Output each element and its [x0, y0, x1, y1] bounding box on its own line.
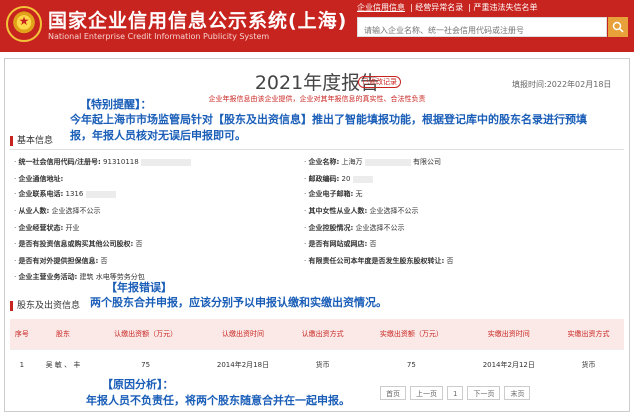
shareholder-section-title: 股东及出资信息: [10, 301, 80, 311]
search-button[interactable]: [608, 17, 628, 37]
field-postal-code: · 邮政编码: 20: [304, 174, 373, 184]
search-input[interactable]: [358, 21, 606, 40]
column-header: 实缴出资额（万元）: [358, 319, 465, 350]
site-title: 国家企业信用信息公示系统(上海): [48, 10, 348, 32]
pager-page[interactable]: 1: [447, 386, 464, 400]
special-tip-label: 【特别提醒】：: [80, 98, 152, 111]
column-header: 股东: [33, 319, 93, 350]
column-header: 认缴出资时间: [198, 319, 288, 350]
nav-abnormal-list[interactable]: 经营异常名录: [415, 3, 463, 12]
field-phone: · 企业联系电话: 1316: [14, 189, 116, 199]
nav-enterprise-credit[interactable]: 企业信用信息: [357, 3, 405, 12]
field-female-employees: · 其中女性从业人数: 企业选择不公示: [304, 207, 419, 215]
table-cell: 货币: [581, 361, 596, 370]
field-website: · 是否有网站或网店: 否: [304, 240, 377, 248]
table-cell: 1: [19, 361, 25, 370]
site-subtitle: National Enterprise Credit Information P…: [48, 32, 270, 41]
column-header: 认缴出资方式: [287, 319, 359, 350]
table-cell: 吴 敏 、 丰: [45, 361, 81, 370]
shareholder-table: 序号 股东 认缴出资额（万元） 认缴出资时间 认缴出资方式 实缴出资额（万元） …: [10, 319, 624, 381]
table-header-row: 序号 股东 认缴出资额（万元） 认缴出资时间 认缴出资方式 实缴出资额（万元） …: [10, 319, 624, 350]
divider: [10, 149, 624, 150]
field-guarantee: · 是否有对外提供担保信息: 否: [14, 257, 108, 265]
table-cell: 货币: [315, 361, 330, 370]
column-header: 实缴出资方式: [552, 319, 624, 350]
special-tip-body: 今年起上海市市场监管局针对【股东及出资信息】推出了智能填报功能，根据登记库中的股…: [70, 113, 587, 142]
table-cell: 75: [406, 361, 416, 370]
modified-record-link[interactable]: 已修改记录: [358, 76, 401, 88]
table-cell: 2014年2月12日: [482, 361, 535, 370]
column-header: 实缴出资时间: [464, 319, 553, 350]
field-equity-transfer: · 有限责任公司本年度是否发生股东股权转让: 否: [304, 257, 454, 265]
fill-date: 填报时间:2022年02月18日: [512, 80, 612, 89]
column-header: 认缴出资额（万元）: [92, 319, 199, 350]
pager-prev[interactable]: 上一页: [410, 386, 443, 400]
pager-first[interactable]: 首页: [380, 386, 406, 400]
search-icon: [612, 21, 624, 33]
pager-last[interactable]: 末页: [504, 386, 531, 400]
pager-next[interactable]: 下一页: [467, 386, 501, 400]
top-nav: 企业信用信息 | 经营异常名录 | 严重违法失信名单: [357, 3, 538, 12]
cause-label: 【原因分析】：: [102, 378, 174, 391]
table-cell: 2014年2月18日: [216, 361, 270, 370]
field-investment: · 是否有投资信息或购买其他公司股权: 否: [14, 240, 143, 248]
field-holding-status: · 企业控股情况: 企业选择不公示: [304, 224, 405, 232]
pagination: 首页 上一页 1 下一页 末页: [380, 386, 531, 400]
column-header: 序号: [10, 319, 34, 350]
site-header: ★ 国家企业信用信息公示系统(上海) National Enterprise C…: [0, 0, 634, 52]
nav-serious-violation-list[interactable]: 严重违法失信名单: [474, 3, 538, 12]
basic-info-title: 基本信息: [10, 136, 53, 146]
cause-body: 年报人员不负责任，将两个股东随意合并在一起申报。: [86, 394, 350, 407]
field-company-name: · 企业名称: 上海万 有限公司: [304, 158, 441, 166]
field-email: · 企业电子邮箱: 无: [304, 190, 363, 198]
national-emblem-icon: ★: [6, 6, 42, 42]
error-body: 两个股东合并申报，应该分别予以申报认缴和实缴出资情况。: [90, 296, 387, 309]
field-employees: · 从业人数: 企业选择不公示: [14, 207, 101, 215]
error-label: 【年报错误】: [106, 281, 172, 294]
field-address: · 企业通信地址:: [14, 175, 64, 183]
field-operating-status: · 企业经营状态: 开业: [14, 224, 80, 232]
field-credit-code: · 统一社会信用代码/注册号: 91310118: [14, 157, 191, 167]
search-box: [357, 17, 607, 40]
